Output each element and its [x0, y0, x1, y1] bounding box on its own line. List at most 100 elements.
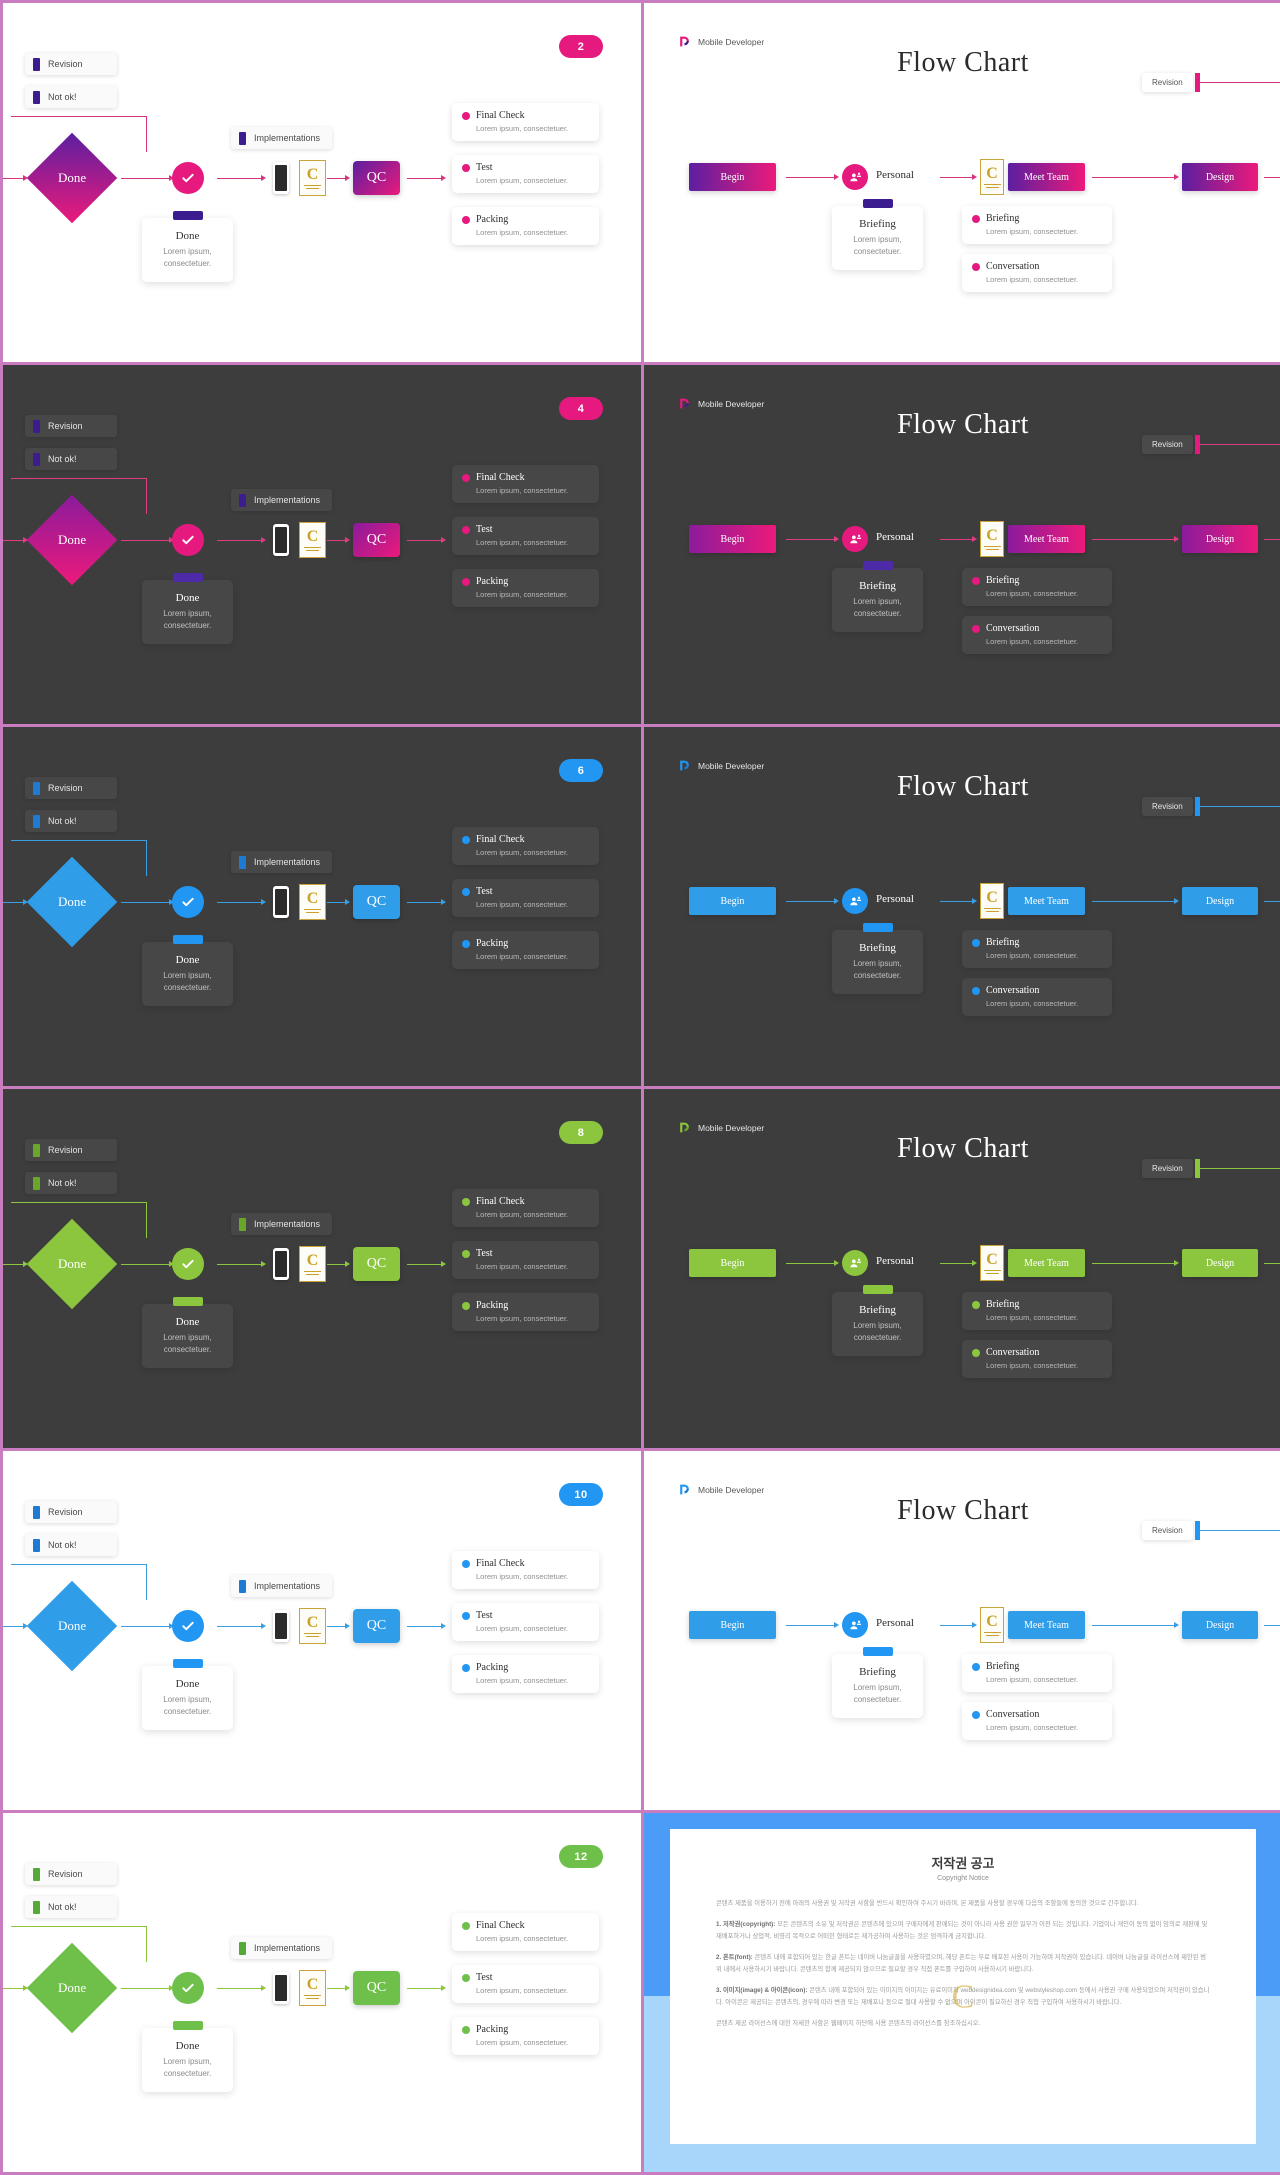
- outcome-card[interactable]: Final Check Lorem ipsum, consectetuer.: [452, 1189, 599, 1227]
- outcome-card[interactable]: Final Check Lorem ipsum, consectetuer.: [452, 1551, 599, 1589]
- begin-box[interactable]: Begin: [689, 1249, 776, 1277]
- slide-thumbnail-flow-chart-4[interactable]: Mobile Developer Flow Chart Begin Personal C…: [644, 365, 1280, 724]
- legend-item-revision[interactable]: Revision: [25, 777, 117, 799]
- slide-thumbnail-flow-detail-10[interactable]: 10 Revision Not ok! Done Implementations C QC D…: [3, 1451, 641, 1810]
- outcome-card[interactable]: Packing Lorem ipsum, consectetuer.: [452, 2017, 599, 2055]
- meet-team-box[interactable]: Meet Team: [1008, 887, 1085, 915]
- user-group-icon[interactable]: [842, 526, 868, 552]
- slide-thumbnail-flow-detail-12[interactable]: 12 Revision Not ok! Done Implementations C QC D…: [3, 1813, 641, 2172]
- detail-card[interactable]: Conversation Lorem ipsum, consectetuer.: [962, 1702, 1112, 1740]
- revision-pill[interactable]: Revision: [1142, 1521, 1200, 1540]
- legend-item-revision[interactable]: Revision: [25, 415, 117, 437]
- outcome-card[interactable]: Packing Lorem ipsum, consectetuer.: [452, 931, 599, 969]
- begin-box[interactable]: Begin: [689, 525, 776, 553]
- done-diamond[interactable]: Done: [26, 856, 118, 948]
- slide-thumbnail-copyright[interactable]: 저작권 공고 Copyright Notice C 콘텐츠 제품을 이용하기 전에 아…: [644, 1813, 1280, 2172]
- detail-card[interactable]: Briefing Lorem ipsum, consectetuer.: [962, 1292, 1112, 1330]
- slide-thumbnail-flow-chart-8[interactable]: Mobile Developer Flow Chart Begin Personal C…: [644, 1089, 1280, 1448]
- detail-card[interactable]: Conversation Lorem ipsum, consectetuer.: [962, 254, 1112, 292]
- revision-pill[interactable]: Revision: [1142, 435, 1200, 454]
- slide-thumbnail-flow-detail-6[interactable]: 6 Revision Not ok! Done Implementations C QC Do…: [3, 727, 641, 1086]
- outcome-card[interactable]: Test Lorem ipsum, consectetuer.: [452, 517, 599, 555]
- detail-card[interactable]: Conversation Lorem ipsum, consectetuer.: [962, 1340, 1112, 1378]
- slide-thumbnail-flow-detail-8[interactable]: 8 Revision Not ok! Done Implementations C QC Do…: [3, 1089, 641, 1448]
- check-icon[interactable]: [172, 1610, 204, 1642]
- detail-card[interactable]: Conversation Lorem ipsum, consectetuer.: [962, 978, 1112, 1016]
- implementations-label[interactable]: Implementations: [231, 851, 333, 873]
- begin-box[interactable]: Begin: [689, 163, 776, 191]
- legend-item-revision[interactable]: Revision: [25, 1863, 117, 1885]
- done-diamond[interactable]: Done: [26, 1580, 118, 1672]
- legend-item-not-ok[interactable]: Not ok!: [25, 86, 117, 108]
- meet-team-box[interactable]: Meet Team: [1008, 1611, 1085, 1639]
- design-box[interactable]: Design: [1182, 163, 1258, 191]
- detail-card[interactable]: Briefing Lorem ipsum, consectetuer.: [962, 206, 1112, 244]
- design-box[interactable]: Design: [1182, 1249, 1258, 1277]
- begin-box[interactable]: Begin: [689, 887, 776, 915]
- outcome-card[interactable]: Final Check Lorem ipsum, consectetuer.: [452, 103, 599, 141]
- detail-card[interactable]: Briefing Lorem ipsum, consectetuer.: [962, 930, 1112, 968]
- qc-box[interactable]: QC: [353, 1971, 400, 2005]
- legend-item-not-ok[interactable]: Not ok!: [25, 448, 117, 470]
- qc-box[interactable]: QC: [353, 523, 400, 557]
- outcome-card[interactable]: Packing Lorem ipsum, consectetuer.: [452, 207, 599, 245]
- user-group-icon[interactable]: [842, 1250, 868, 1276]
- qc-box[interactable]: QC: [353, 1609, 400, 1643]
- revision-pill[interactable]: Revision: [1142, 73, 1200, 92]
- done-diamond[interactable]: Done: [26, 132, 118, 224]
- outcome-card[interactable]: Packing Lorem ipsum, consectetuer.: [452, 569, 599, 607]
- outcome-card[interactable]: Packing Lorem ipsum, consectetuer.: [452, 1655, 599, 1693]
- legend-item-not-ok[interactable]: Not ok!: [25, 1172, 117, 1194]
- outcome-card[interactable]: Test Lorem ipsum, consectetuer.: [452, 155, 599, 193]
- outcome-card[interactable]: Test Lorem ipsum, consectetuer.: [452, 1603, 599, 1641]
- design-box[interactable]: Design: [1182, 887, 1258, 915]
- revision-pill[interactable]: Revision: [1142, 797, 1200, 816]
- user-group-icon[interactable]: [842, 164, 868, 190]
- legend-item-not-ok[interactable]: Not ok!: [25, 1534, 117, 1556]
- outcome-card[interactable]: Final Check Lorem ipsum, consectetuer.: [452, 1913, 599, 1951]
- begin-box[interactable]: Begin: [689, 1611, 776, 1639]
- qc-box[interactable]: QC: [353, 885, 400, 919]
- done-diamond[interactable]: Done: [26, 494, 118, 586]
- detail-card[interactable]: Briefing Lorem ipsum, consectetuer.: [962, 568, 1112, 606]
- meet-team-box[interactable]: Meet Team: [1008, 1249, 1085, 1277]
- meet-team-box[interactable]: Meet Team: [1008, 163, 1085, 191]
- outcome-card[interactable]: Packing Lorem ipsum, consectetuer.: [452, 1293, 599, 1331]
- done-diamond[interactable]: Done: [26, 1942, 118, 2034]
- qc-box[interactable]: QC: [353, 1247, 400, 1281]
- legend-item-revision[interactable]: Revision: [25, 1139, 117, 1161]
- user-group-icon[interactable]: [842, 1612, 868, 1638]
- detail-card[interactable]: Conversation Lorem ipsum, consectetuer.: [962, 616, 1112, 654]
- implementations-label[interactable]: Implementations: [231, 1213, 333, 1235]
- check-icon[interactable]: [172, 886, 204, 918]
- check-icon[interactable]: [172, 162, 204, 194]
- implementations-label[interactable]: Implementations: [231, 489, 333, 511]
- done-diamond[interactable]: Done: [26, 1218, 118, 1310]
- legend-item-revision[interactable]: Revision: [25, 53, 117, 75]
- legend-item-revision[interactable]: Revision: [25, 1501, 117, 1523]
- detail-card[interactable]: Briefing Lorem ipsum, consectetuer.: [962, 1654, 1112, 1692]
- implementations-label[interactable]: Implementations: [231, 1937, 333, 1959]
- slide-thumbnail-flow-chart-6[interactable]: Mobile Developer Flow Chart Begin Personal C…: [644, 727, 1280, 1086]
- legend-item-not-ok[interactable]: Not ok!: [25, 810, 117, 832]
- slide-thumbnail-flow-detail-4[interactable]: 4 Revision Not ok! Done Implementations C QC Do…: [3, 365, 641, 724]
- outcome-card[interactable]: Final Check Lorem ipsum, consectetuer.: [452, 827, 599, 865]
- outcome-card[interactable]: Test Lorem ipsum, consectetuer.: [452, 1965, 599, 2003]
- outcome-card[interactable]: Test Lorem ipsum, consectetuer.: [452, 1241, 599, 1279]
- check-icon[interactable]: [172, 524, 204, 556]
- design-box[interactable]: Design: [1182, 525, 1258, 553]
- slide-thumbnail-flow-detail-2[interactable]: 2 Revision Not ok! Done Implementations C QC Do…: [3, 3, 641, 362]
- check-icon[interactable]: [172, 1972, 204, 2004]
- legend-item-not-ok[interactable]: Not ok!: [25, 1896, 117, 1918]
- outcome-card[interactable]: Test Lorem ipsum, consectetuer.: [452, 879, 599, 917]
- qc-box[interactable]: QC: [353, 161, 400, 195]
- revision-pill[interactable]: Revision: [1142, 1159, 1200, 1178]
- slide-thumbnail-flow-chart-2[interactable]: Mobile Developer Flow Chart Begin Personal C…: [644, 3, 1280, 362]
- slide-thumbnail-flow-chart-10[interactable]: Mobile Developer Flow Chart Begin Personal C…: [644, 1451, 1280, 1810]
- implementations-label[interactable]: Implementations: [231, 127, 333, 149]
- user-group-icon[interactable]: [842, 888, 868, 914]
- meet-team-box[interactable]: Meet Team: [1008, 525, 1085, 553]
- implementations-label[interactable]: Implementations: [231, 1575, 333, 1597]
- check-icon[interactable]: [172, 1248, 204, 1280]
- outcome-card[interactable]: Final Check Lorem ipsum, consectetuer.: [452, 465, 599, 503]
